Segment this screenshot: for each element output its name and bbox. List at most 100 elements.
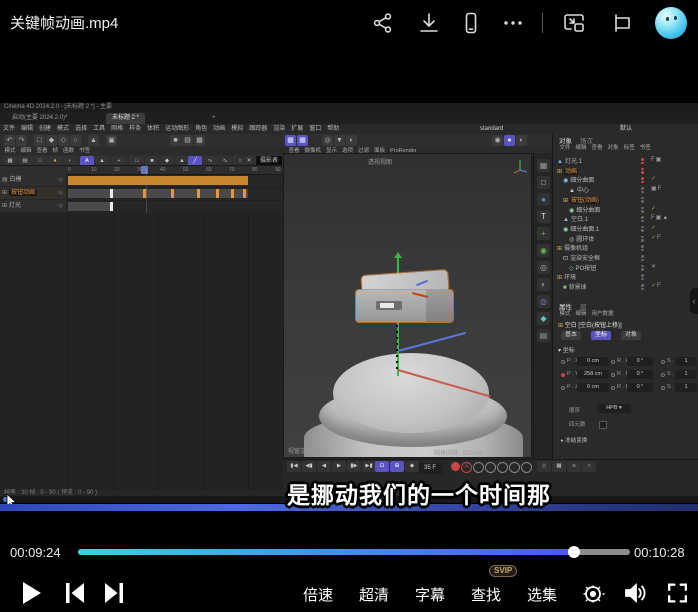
flag-tag-icon[interactable]: F	[657, 283, 662, 289]
track-options-icon[interactable]: ◦◎	[57, 203, 63, 209]
key-record-dot[interactable]	[561, 360, 565, 364]
object-row[interactable]: ◇ PO按钮 ✕	[553, 263, 698, 273]
redo-icon[interactable]: ↷	[16, 135, 27, 146]
c4d-tab[interactable]: 未标题 2 *	[106, 113, 146, 124]
button-find[interactable]: 查找	[469, 584, 503, 605]
visibility-dots-icon[interactable]	[641, 158, 644, 164]
flower-palette-icon[interactable]: ◉	[537, 244, 550, 257]
coord-value-field[interactable]: 0 °	[627, 370, 653, 379]
record-rotation-icon[interactable]	[497, 462, 508, 473]
object-row[interactable]: ⊞ 摄像机组	[553, 243, 698, 253]
menu-item[interactable]: 模式	[5, 147, 16, 155]
texture-mode-icon[interactable]: ▤	[182, 135, 193, 146]
viewport-view-label[interactable]: 透视视图	[368, 157, 392, 166]
more-icon[interactable]	[501, 11, 525, 35]
c4d-tab[interactable]: 启动(主要 2024.2.0)*	[6, 113, 73, 124]
check-tag-icon[interactable]: ✓	[651, 225, 657, 231]
visibility-dots-icon[interactable]	[641, 206, 644, 213]
button-episodes[interactable]: 选集	[525, 584, 559, 605]
layout-palette-icon[interactable]: ▦	[537, 159, 550, 172]
keyframe-marker[interactable]	[110, 202, 114, 211]
check-tag-icon[interactable]: ✓	[651, 176, 657, 182]
menu-item[interactable]: 编辑	[21, 124, 33, 134]
track-options-icon[interactable]: ◦◎	[57, 177, 63, 183]
menu-item[interactable]: 渲染	[273, 124, 285, 134]
key-record-dot[interactable]	[661, 373, 665, 377]
menu-item[interactable]: 动画	[213, 124, 225, 134]
menu-item[interactable]: 查看	[592, 144, 603, 152]
coord-value-field[interactable]: 258 cm	[577, 370, 609, 379]
menu-item[interactable]: 书签	[640, 144, 651, 152]
move-icon[interactable]: ◆	[46, 135, 57, 146]
plant-palette-icon[interactable]: +	[537, 227, 550, 240]
keyframe-marker[interactable]	[171, 189, 175, 198]
freeze-section[interactable]: ▸ 冻结变换	[561, 436, 587, 444]
menu-item[interactable]: 编辑	[576, 144, 587, 152]
next-button[interactable]	[101, 580, 127, 611]
timeline-row-label[interactable]: ⊞ 灯光 ◦◎	[0, 200, 66, 212]
visibility-dots-icon[interactable]	[641, 245, 644, 252]
timeline-body[interactable]	[0, 213, 283, 490]
timeline-row-label[interactable]: ▤ 白模 ◦◎	[0, 174, 66, 186]
object-row[interactable]: ▲ 中心 ▣F	[553, 185, 698, 195]
menu-item[interactable]: 网格	[111, 124, 123, 134]
keyframe-marker[interactable]	[230, 189, 234, 198]
visibility-dots-icon[interactable]	[641, 255, 644, 261]
tri-tag-icon[interactable]: ▲	[662, 215, 669, 221]
coord-value-field[interactable]: 0 cm	[577, 383, 609, 392]
record-pla-icon[interactable]	[521, 462, 532, 473]
half-palette-icon[interactable]: ◐	[537, 278, 550, 291]
tile-layout-icon[interactable]: ▦	[285, 135, 296, 146]
sphere-palette-icon[interactable]: ●	[537, 193, 550, 206]
render-settings-icon[interactable]: ◐	[516, 135, 527, 146]
button-speed[interactable]: 倍速	[301, 584, 335, 605]
flag-tag-icon[interactable]: F	[658, 186, 663, 192]
next-key-icon[interactable]: ▮▶	[347, 461, 361, 472]
cam-tag-icon[interactable]: ▣	[651, 186, 658, 192]
object-row[interactable]: ◉ 细分曲面 ✓	[553, 175, 698, 185]
coord-value-field[interactable]: 0 cm	[577, 357, 609, 366]
prev-frame-icon[interactable]: ◀	[317, 461, 331, 472]
list-palette-icon[interactable]: ▤	[537, 329, 550, 342]
object-row[interactable]: ▲ 灯光.1 F▣	[553, 156, 698, 166]
visibility-dots-icon[interactable]	[641, 187, 644, 194]
visibility-dots-icon[interactable]	[641, 235, 644, 242]
menu-item[interactable]: 样条	[129, 124, 141, 134]
prev-key-icon[interactable]: ◀▮	[302, 461, 316, 472]
keyframe-marker[interactable]	[110, 189, 114, 198]
timeline-row-label[interactable]: ⊞ 按钮动画 ◦◎	[0, 187, 66, 199]
keyframe-track[interactable]	[68, 202, 114, 211]
dock-side-icon[interactable]	[610, 11, 634, 35]
menu-item[interactable]: 模拟	[231, 124, 243, 134]
scale-icon[interactable]: ◇	[58, 135, 69, 146]
render-preset-label[interactable]: standard	[480, 124, 503, 134]
model-mode-icon[interactable]: ■	[170, 135, 181, 146]
coords-group-title[interactable]: ▾ 坐标	[558, 345, 575, 354]
menu-item[interactable]: 角色	[195, 124, 207, 134]
render-view-icon[interactable]: ◉	[492, 135, 503, 146]
target-icon[interactable]: ◎	[322, 135, 333, 146]
attr-tab-1[interactable]: 坐标	[591, 331, 612, 340]
keyframe-marker[interactable]	[196, 189, 200, 198]
workplane-icon[interactable]: ▦	[194, 135, 205, 146]
record-scale-icon[interactable]	[485, 462, 496, 473]
visibility-dots-icon[interactable]	[641, 264, 644, 271]
viewport[interactable]: 透视视图 视窗渲染: 工程 网格间隔: 500 cm	[283, 153, 532, 458]
autokey-record-icon[interactable]: A	[461, 462, 472, 473]
menu-item[interactable]: 函数	[63, 147, 74, 155]
menu-item[interactable]: 模式	[57, 124, 69, 134]
avatar[interactable]	[655, 7, 687, 39]
cam-tag-icon[interactable]: ▣	[656, 157, 663, 163]
keyframe-track[interactable]	[68, 189, 248, 198]
frame-field[interactable]: 35 F	[417, 463, 443, 474]
menu-item[interactable]: 扩展	[291, 124, 303, 134]
menu-item[interactable]: 体积	[147, 124, 159, 134]
object-row[interactable]: ⊞ 环境	[553, 272, 698, 282]
side-drawer-handle[interactable]: ‹	[690, 288, 698, 314]
solo-icon[interactable]: ◇	[537, 461, 551, 472]
record-param-icon[interactable]	[509, 462, 520, 473]
play-forward-icon[interactable]: ▶	[332, 461, 346, 472]
menu-item[interactable]: 创建	[39, 124, 51, 134]
last-tool-icon[interactable]: ▲	[88, 135, 99, 146]
menu-item[interactable]: 运动图形	[165, 124, 189, 134]
